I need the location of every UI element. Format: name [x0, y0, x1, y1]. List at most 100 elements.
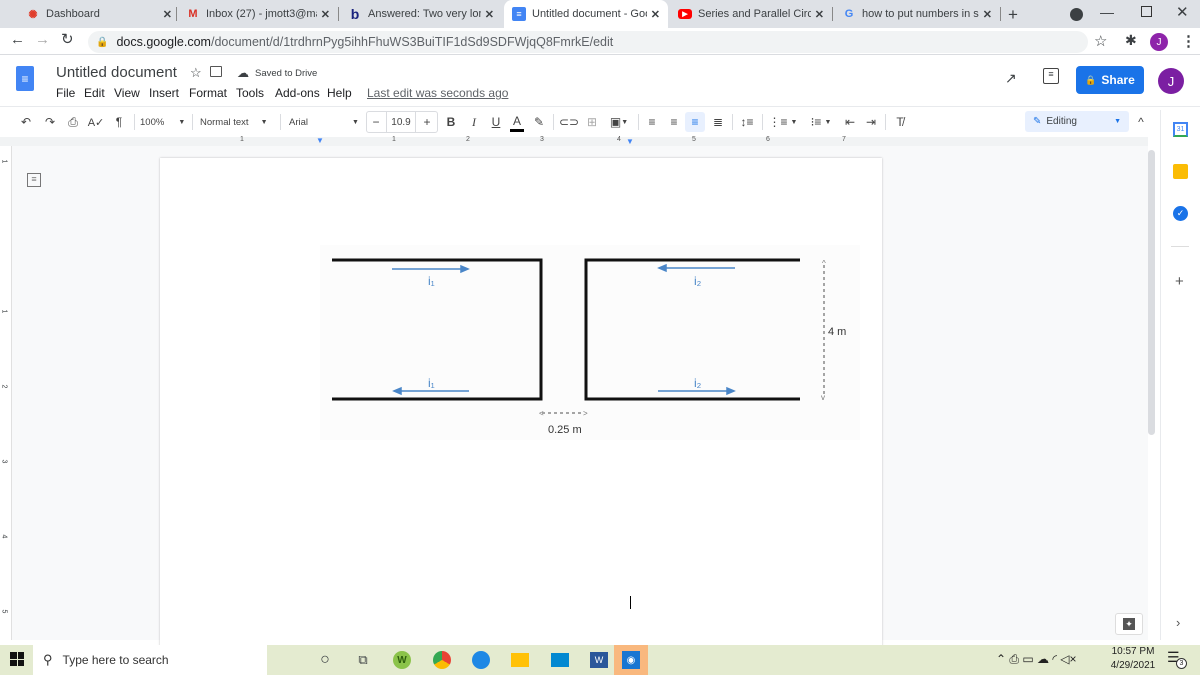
edge-icon[interactable]: [472, 651, 490, 669]
menu-view[interactable]: View: [114, 86, 140, 100]
indent-marker-icon[interactable]: ▼: [316, 136, 324, 145]
decrease-font-size-button[interactable]: −: [368, 112, 384, 132]
mail-icon[interactable]: [551, 653, 569, 667]
app-w-icon[interactable]: W: [393, 651, 411, 669]
word-icon[interactable]: W: [590, 652, 608, 668]
numbered-list-icon[interactable]: ⋮≡ ▼: [768, 112, 798, 132]
notifications-icon[interactable]: ☰ 3: [1167, 649, 1187, 671]
reload-button[interactable]: ↻: [61, 30, 74, 48]
tab-google-search[interactable]: G how to put numbers in scie ✕: [834, 0, 1000, 28]
extensions-icon[interactable]: ✱: [1125, 32, 1137, 49]
keep-icon[interactable]: [1173, 164, 1188, 179]
vertical-ruler[interactable]: 1 1 2 3 4 5: [0, 146, 12, 640]
underline-button[interactable]: U: [489, 112, 503, 132]
browser-profile-avatar[interactable]: J: [1150, 33, 1168, 51]
system-tray-icons[interactable]: ⌃ ⎙ ▭ ☁ ◜ ◁×: [996, 652, 1077, 667]
share-button[interactable]: 🔒 Share: [1076, 66, 1144, 94]
align-right-icon[interactable]: ≡: [685, 112, 705, 132]
document-title[interactable]: Untitled document: [56, 64, 177, 81]
decrease-indent-icon[interactable]: ⇤: [842, 112, 858, 132]
italic-button[interactable]: I: [467, 112, 481, 132]
tasks-icon[interactable]: ✓: [1173, 206, 1188, 221]
bookmark-star-icon[interactable]: ☆: [1094, 32, 1107, 50]
close-tab-icon[interactable]: ✕: [163, 8, 172, 21]
justify-icon[interactable]: ≣: [710, 112, 726, 132]
tab-youtube[interactable]: ▶ Series and Parallel Circuit El ✕: [670, 0, 832, 28]
close-tab-icon[interactable]: ✕: [815, 8, 824, 21]
task-view-icon[interactable]: ⧉: [352, 650, 374, 670]
search-icon: ⚲: [43, 652, 53, 667]
print-icon[interactable]: ⎙: [65, 112, 81, 132]
bulleted-list-icon[interactable]: ⁝≡ ▼: [806, 112, 836, 132]
windows-start-icon[interactable]: [10, 652, 24, 666]
highlight-icon[interactable]: ✎: [532, 112, 546, 132]
editing-mode-select[interactable]: ✎ Editing ▼: [1025, 111, 1129, 132]
menu-tools[interactable]: Tools: [236, 86, 264, 100]
minimize-button[interactable]: —: [1100, 4, 1114, 20]
close-tab-icon[interactable]: ✕: [321, 8, 330, 21]
clear-formatting-icon[interactable]: T̸: [892, 112, 908, 132]
calendar-icon[interactable]: 31: [1173, 122, 1188, 137]
font-size-input[interactable]: 10.9: [386, 112, 416, 132]
tab-bartleby[interactable]: b Answered: Two very long, p ✕: [340, 0, 502, 28]
taskbar-search-input[interactable]: ⚲ Type here to search: [33, 645, 267, 675]
maximize-button[interactable]: [1141, 6, 1152, 17]
expand-side-panel-icon[interactable]: ›: [1176, 615, 1180, 630]
menu-file[interactable]: File: [56, 86, 75, 100]
user-avatar[interactable]: J: [1158, 68, 1184, 94]
close-tab-icon[interactable]: ✕: [651, 8, 660, 21]
tab-gmail[interactable]: M Inbox (27) - jmott3@mail.ni ✕: [178, 0, 338, 28]
browser-menu-icon[interactable]: ⋮: [1181, 32, 1196, 50]
undo-icon[interactable]: ↶: [18, 112, 34, 132]
menu-insert[interactable]: Insert: [149, 86, 179, 100]
increase-indent-icon[interactable]: ⇥: [863, 112, 879, 132]
zoom-select[interactable]: 100% ▼: [140, 112, 188, 132]
add-comment-icon[interactable]: ⊞: [585, 112, 599, 132]
insert-image-icon[interactable]: ▣ ▼: [606, 112, 632, 132]
docs-logo-icon[interactable]: ≡: [16, 66, 34, 91]
vertical-scrollbar[interactable]: [1148, 150, 1155, 435]
line-spacing-icon[interactable]: ↕≡: [738, 112, 756, 132]
cortana-icon[interactable]: ○: [314, 650, 336, 670]
move-to-folder-icon[interactable]: [210, 66, 222, 77]
increase-font-size-button[interactable]: +: [419, 112, 435, 132]
close-tab-icon[interactable]: ✕: [485, 8, 494, 21]
horizontal-ruler[interactable]: 1 ▼ 1 2 3 4 ▼ 5 6 7: [0, 136, 1148, 146]
add-addon-icon[interactable]: +: [1175, 273, 1184, 290]
tab-search-icon[interactable]: [1070, 8, 1083, 21]
font-select[interactable]: Arial ▼: [289, 112, 361, 132]
insert-link-icon[interactable]: ⊂⊃: [559, 112, 579, 132]
bold-button[interactable]: B: [444, 112, 458, 132]
menu-edit[interactable]: Edit: [84, 86, 105, 100]
taskbar-active-app[interactable]: ◉: [614, 645, 648, 675]
close-window-button[interactable]: ✕: [1176, 3, 1189, 21]
redo-icon[interactable]: ↷: [42, 112, 58, 132]
menu-help[interactable]: Help: [327, 86, 352, 100]
collapse-menus-icon[interactable]: ^: [1134, 112, 1148, 132]
activity-trend-icon[interactable]: ↗: [1005, 70, 1017, 87]
paragraph-style-select[interactable]: Normal text ▼: [200, 112, 274, 132]
back-button[interactable]: ←: [10, 31, 25, 48]
url-input[interactable]: 🔒 docs.google.com/document/d/1trdhrnPyg5…: [88, 31, 1088, 53]
close-tab-icon[interactable]: ✕: [983, 8, 992, 21]
document-outline-icon[interactable]: ≡: [27, 173, 41, 187]
new-tab-button[interactable]: +: [1008, 5, 1018, 25]
menu-addons[interactable]: Add-ons: [275, 86, 320, 100]
chrome-icon[interactable]: [433, 651, 451, 669]
menu-format[interactable]: Format: [189, 86, 227, 100]
comments-icon[interactable]: ≡: [1043, 68, 1059, 84]
spellcheck-icon[interactable]: A✓: [88, 112, 105, 132]
star-icon[interactable]: ☆: [190, 65, 202, 81]
clock[interactable]: 10:57 PM 4/29/2021: [1107, 646, 1159, 671]
file-explorer-icon[interactable]: [511, 653, 529, 667]
tab-google-docs[interactable]: ≡ Untitled document - Google ✕: [504, 0, 668, 28]
align-center-icon[interactable]: ≡: [666, 112, 682, 132]
tab-dashboard[interactable]: ✺ Dashboard ✕: [18, 0, 180, 28]
last-edit-link[interactable]: Last edit was seconds ago: [367, 86, 508, 100]
align-left-icon[interactable]: ≡: [644, 112, 660, 132]
explore-button[interactable]: ✦: [1115, 613, 1143, 635]
paint-format-icon[interactable]: ¶: [111, 112, 127, 132]
text-color-button[interactable]: A: [510, 112, 524, 132]
right-indent-marker-icon[interactable]: ▼: [626, 137, 634, 146]
forward-button[interactable]: →: [35, 31, 50, 48]
